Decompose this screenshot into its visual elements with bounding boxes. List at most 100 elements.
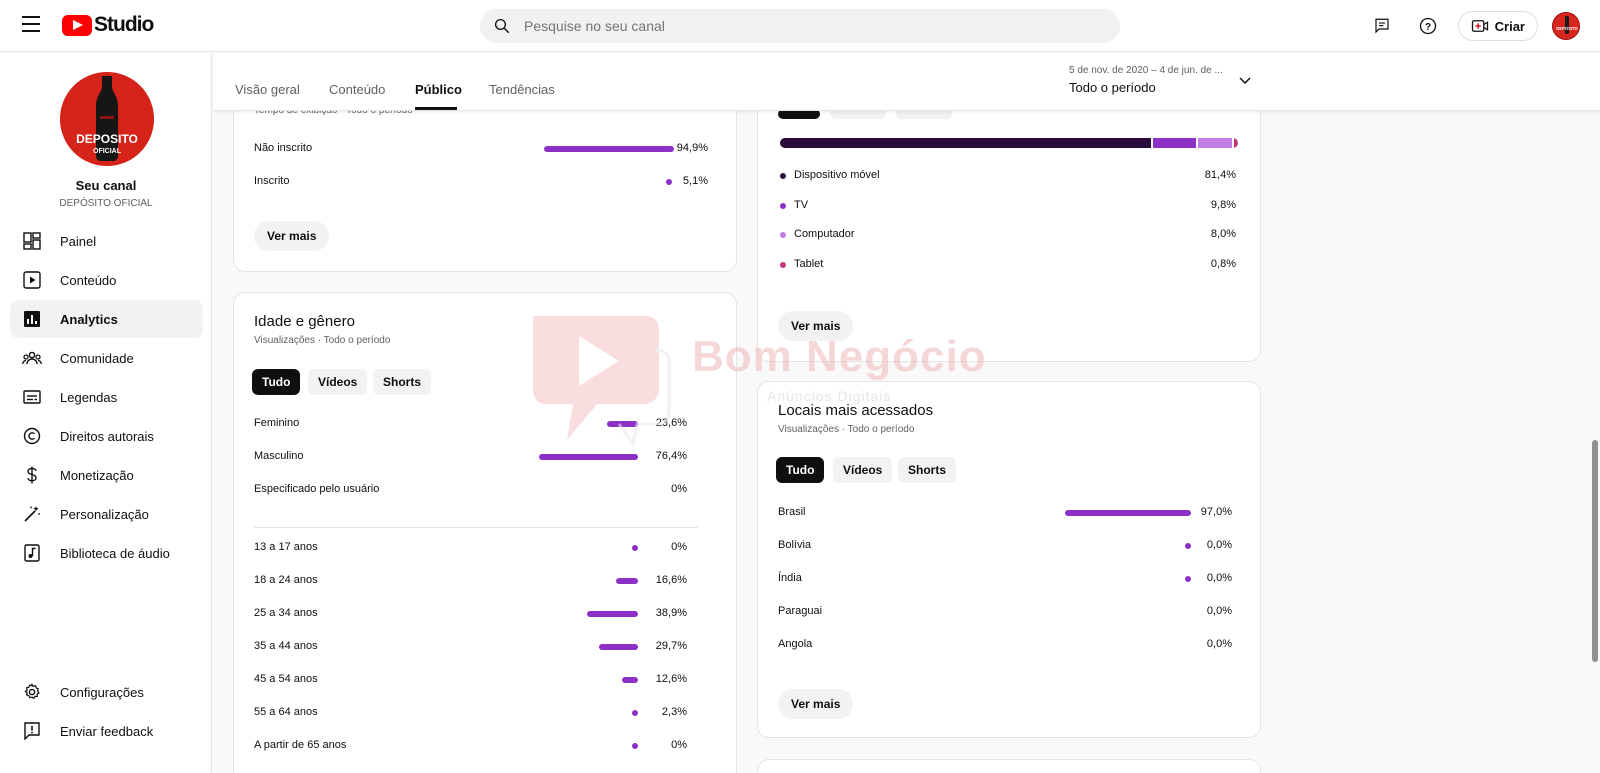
age-bar <box>599 644 638 650</box>
row-value: 23,6% <box>655 417 687 429</box>
row-label: Tablet <box>794 257 824 270</box>
row-label: 45 a 54 anos <box>254 673 318 685</box>
create-button-label: Criar <box>1494 18 1525 34</box>
row-value: 0% <box>671 483 687 495</box>
row-label: Dispositivo móvel <box>794 169 880 181</box>
see-more-button[interactable]: Ver mais <box>254 221 330 251</box>
filter-chip-videos[interactable]: Vídeos <box>833 457 893 483</box>
row-label: Especificado pelo usuário <box>254 483 380 495</box>
gear-icon <box>22 682 42 702</box>
gender-bar <box>538 454 638 460</box>
row-label: Paraguai <box>778 605 823 617</box>
sidebar-item-feedback[interactable]: Enviar feedback <box>10 712 203 750</box>
studio-logo[interactable]: Studio <box>62 13 154 37</box>
age-bar <box>616 578 638 584</box>
sidebar-item-analytics[interactable]: Analytics <box>10 300 203 338</box>
subtitles-icon <box>22 387 42 407</box>
next-card <box>757 759 1261 773</box>
see-more-button[interactable]: Ver mais <box>778 311 854 341</box>
location-bar <box>1064 510 1191 516</box>
svg-text:?: ? <box>1425 22 1431 33</box>
search-input[interactable] <box>524 18 1084 34</box>
tab-overview[interactable]: Visão geral <box>235 82 300 97</box>
sidebar-item-label: Comunidade <box>60 350 134 366</box>
filter-chip-shorts[interactable]: Shorts <box>373 369 432 395</box>
create-button[interactable]: Criar <box>1457 11 1538 41</box>
feedback-icon[interactable] <box>1366 10 1398 42</box>
row-value: 0,0% <box>1206 539 1232 551</box>
studio-logo-text: Studio <box>94 13 154 36</box>
sidebar-item-copyright[interactable]: Direitos autorais <box>10 417 203 455</box>
channel-logo-subtext: OFICIAL <box>93 148 122 155</box>
card-subtitle: Visualizações · Todo o período <box>254 335 391 346</box>
row-value: 0,0% <box>1206 605 1232 617</box>
monetization-icon <box>22 465 42 485</box>
channel-logo-text: DEPOSITO <box>76 132 138 146</box>
sidebar-item-monetization[interactable]: Monetização <box>10 456 203 494</box>
row-label: 35 a 44 anos <box>254 640 318 652</box>
row-label: 18 a 24 anos <box>254 574 318 586</box>
legend-dot <box>780 232 786 238</box>
sidebar-item-label: Biblioteca de áudio <box>60 545 170 561</box>
audio-library-icon <box>22 543 42 563</box>
non-subscriber-bar <box>544 146 674 152</box>
community-icon <box>22 348 42 368</box>
tab-audience[interactable]: Público <box>415 82 462 97</box>
row-label: Brasil <box>778 506 806 518</box>
sidebar-item-dashboard[interactable]: Painel <box>10 222 203 260</box>
legend-dot <box>780 261 786 268</box>
date-range-picker[interactable]: 5 de nov. de 2020 – 4 de jun. de ... Tod… <box>1069 65 1251 95</box>
see-more-button[interactable]: Ver mais <box>778 689 854 719</box>
sidebar-item-label: Analytics <box>60 311 118 327</box>
tab-content[interactable]: Conteúdo <box>329 82 385 97</box>
device-bar-segment <box>1152 138 1196 148</box>
tab-trends[interactable]: Tendências <box>489 82 555 97</box>
sidebar-item-audio-library[interactable]: Biblioteca de áudio <box>10 534 203 572</box>
section-divider <box>254 527 698 528</box>
filter-chip-videos[interactable]: Vídeos <box>308 369 368 395</box>
row-value: 38,9% <box>655 607 687 619</box>
row-label: 25 a 34 anos <box>254 607 318 619</box>
channel-logo[interactable]: DEPOSITO OFICIAL <box>60 72 154 166</box>
card-subtitle: Visualizações · Todo o período <box>778 424 915 435</box>
row-label: Masculino <box>254 450 304 462</box>
account-avatar[interactable]: DEPOSITO <box>1552 12 1580 40</box>
row-value: 8,0% <box>1210 228 1236 240</box>
feedback-flag-icon <box>22 721 42 741</box>
sidebar-item-content[interactable]: Conteúdo <box>10 261 203 299</box>
row-value: 29,7% <box>655 640 687 652</box>
search-icon[interactable] <box>480 17 524 35</box>
sidebar-item-customization[interactable]: Personalização <box>10 495 203 533</box>
search-bar <box>480 9 1120 43</box>
dashboard-icon <box>22 231 42 251</box>
row-value: 94,9% <box>676 142 708 154</box>
top-bar: Studio ? Criar DEPOSITO <box>0 0 1600 52</box>
sidebar-item-label: Enviar feedback <box>60 723 154 739</box>
copyright-icon <box>22 426 42 446</box>
menu-icon[interactable] <box>22 16 42 34</box>
age-gender-card: Idade e gênero Visualizações · Todo o pe… <box>233 292 737 773</box>
create-video-icon <box>1471 20 1488 32</box>
row-label: A partir de 65 anos <box>254 739 347 751</box>
filter-chip-shorts[interactable]: Shorts <box>898 457 957 483</box>
sidebar-item-label: Configurações <box>60 684 144 700</box>
filter-chip-all[interactable]: Tudo <box>776 457 825 483</box>
row-label: Bolívia <box>778 539 812 551</box>
row-value: 0% <box>671 739 687 751</box>
sidebar: DEPOSITO OFICIAL Seu canal DEPÓSITO OFIC… <box>0 53 212 773</box>
device-bar-segment <box>1234 138 1238 148</box>
row-value: 0,0% <box>1206 572 1232 584</box>
row-value: 97,0% <box>1200 506 1232 518</box>
gender-bar <box>607 421 638 427</box>
page-scrollbar[interactable] <box>1592 440 1598 662</box>
filter-chip-all[interactable]: Tudo <box>252 369 301 395</box>
sidebar-item-label: Legendas <box>60 389 118 405</box>
row-value: 0,8% <box>1210 257 1236 270</box>
device-bar-segment <box>780 138 1151 148</box>
sidebar-item-community[interactable]: Comunidade <box>10 339 203 377</box>
help-icon[interactable]: ? <box>1412 10 1444 42</box>
sidebar-item-settings[interactable]: Configurações <box>10 673 203 711</box>
sidebar-item-subtitles[interactable]: Legendas <box>10 378 203 416</box>
row-label: 13 a 17 anos <box>254 541 318 553</box>
legend-dot <box>780 202 786 209</box>
